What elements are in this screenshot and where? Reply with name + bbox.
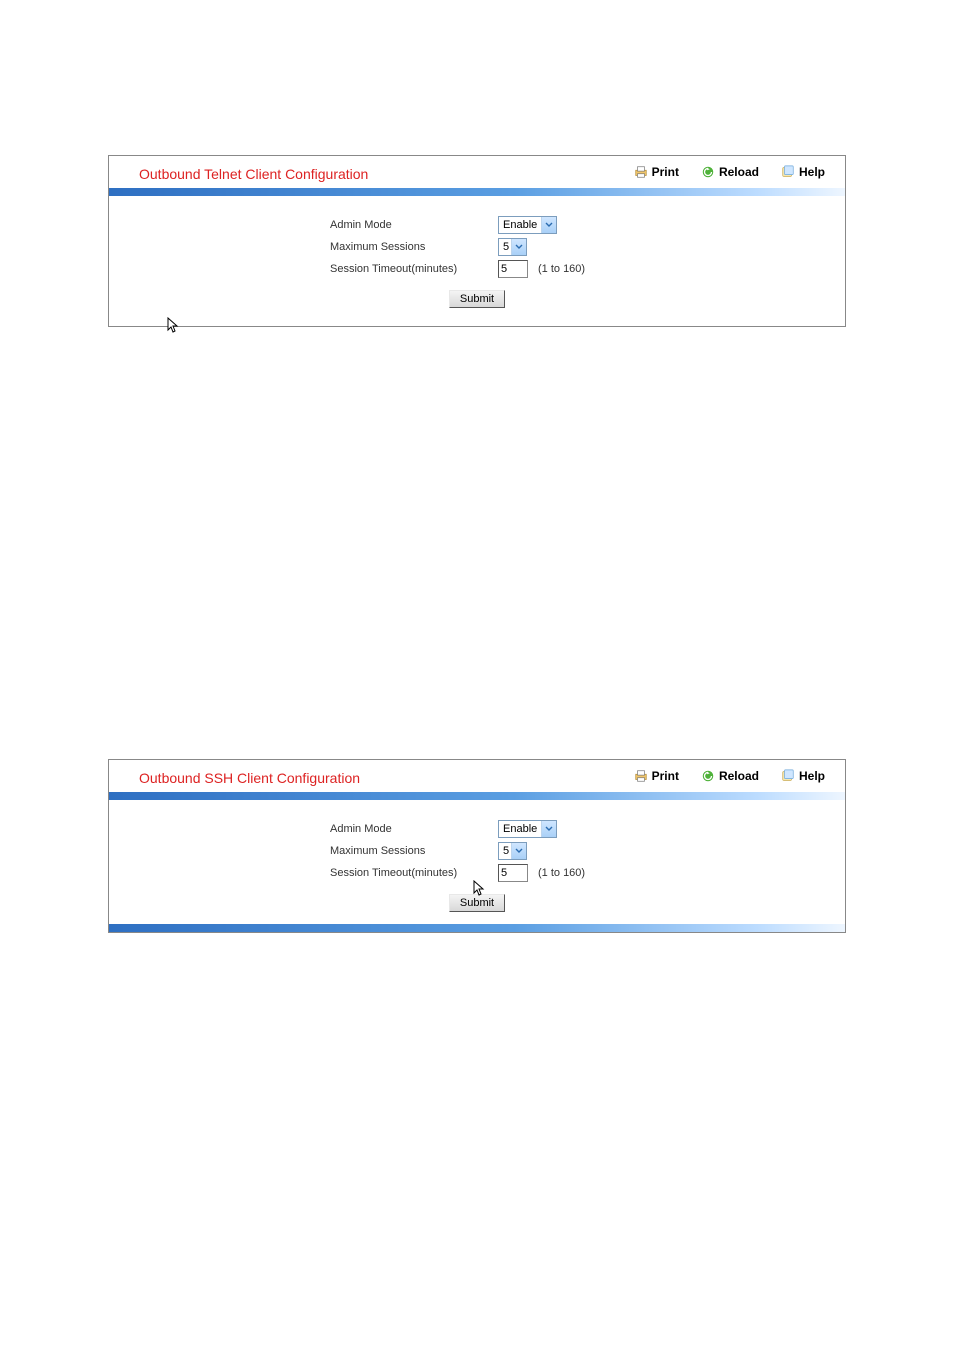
print-button[interactable]: Print — [634, 165, 679, 179]
reload-icon — [701, 769, 715, 783]
panel-header: Outbound SSH Client Configuration Print — [109, 760, 845, 792]
chevron-down-icon — [511, 239, 526, 255]
toolbar: Print Reload Help — [634, 769, 833, 783]
admin-mode-row: Admin Mode Enable — [109, 818, 845, 840]
divider-bar — [109, 792, 845, 800]
session-timeout-label: Session Timeout(minutes) — [330, 867, 498, 879]
chevron-down-icon — [511, 843, 526, 859]
admin-mode-value: Enable — [499, 219, 541, 231]
admin-mode-label: Admin Mode — [330, 823, 498, 835]
divider-bar — [109, 188, 845, 196]
reload-label: Reload — [719, 165, 759, 179]
session-timeout-input[interactable] — [498, 864, 528, 882]
chevron-down-icon — [541, 821, 556, 837]
panel-body: Admin Mode Enable Maximum Sessions — [109, 800, 845, 924]
reload-icon — [701, 165, 715, 179]
panel-header: Outbound Telnet Client Configuration Pri… — [109, 156, 845, 188]
help-label: Help — [799, 165, 825, 179]
max-sessions-value: 5 — [499, 845, 511, 857]
toolbar: Print Reload Help — [634, 165, 833, 179]
max-sessions-label: Maximum Sessions — [330, 241, 498, 253]
cursor-icon — [473, 880, 487, 901]
max-sessions-label: Maximum Sessions — [330, 845, 498, 857]
admin-mode-value: Enable — [499, 823, 541, 835]
page-title: Outbound Telnet Client Configuration — [139, 166, 368, 182]
reload-button[interactable]: Reload — [701, 165, 759, 179]
admin-mode-label: Admin Mode — [330, 219, 498, 231]
page-title: Outbound SSH Client Configuration — [139, 770, 360, 786]
help-button[interactable]: Help — [781, 165, 825, 179]
print-label: Print — [652, 165, 679, 179]
print-icon — [634, 769, 648, 783]
session-timeout-hint: (1 to 160) — [538, 263, 585, 275]
panel-body: Admin Mode Enable Maximum Sessions — [109, 196, 845, 326]
chevron-down-icon — [541, 217, 556, 233]
help-icon — [781, 165, 795, 179]
admin-mode-select[interactable]: Enable — [498, 820, 557, 838]
session-timeout-label: Session Timeout(minutes) — [330, 263, 498, 275]
print-icon — [634, 165, 648, 179]
reload-label: Reload — [719, 769, 759, 783]
session-timeout-hint: (1 to 160) — [538, 867, 585, 879]
print-button[interactable]: Print — [634, 769, 679, 783]
help-icon — [781, 769, 795, 783]
help-button[interactable]: Help — [781, 769, 825, 783]
max-sessions-select[interactable]: 5 — [498, 842, 527, 860]
session-timeout-input[interactable] — [498, 260, 528, 278]
max-sessions-row: Maximum Sessions 5 — [109, 236, 845, 258]
admin-mode-select[interactable]: Enable — [498, 216, 557, 234]
max-sessions-value: 5 — [499, 241, 511, 253]
submit-button[interactable]: Submit — [449, 290, 505, 308]
help-label: Help — [799, 769, 825, 783]
max-sessions-select[interactable]: 5 — [498, 238, 527, 256]
session-timeout-row: Session Timeout(minutes) (1 to 160) — [109, 258, 845, 280]
reload-button[interactable]: Reload — [701, 769, 759, 783]
divider-bar — [109, 924, 845, 932]
max-sessions-row: Maximum Sessions 5 — [109, 840, 845, 862]
ssh-config-panel: Outbound SSH Client Configuration Print — [108, 759, 846, 933]
print-label: Print — [652, 769, 679, 783]
telnet-config-panel: Outbound Telnet Client Configuration Pri… — [108, 155, 846, 327]
admin-mode-row: Admin Mode Enable — [109, 214, 845, 236]
